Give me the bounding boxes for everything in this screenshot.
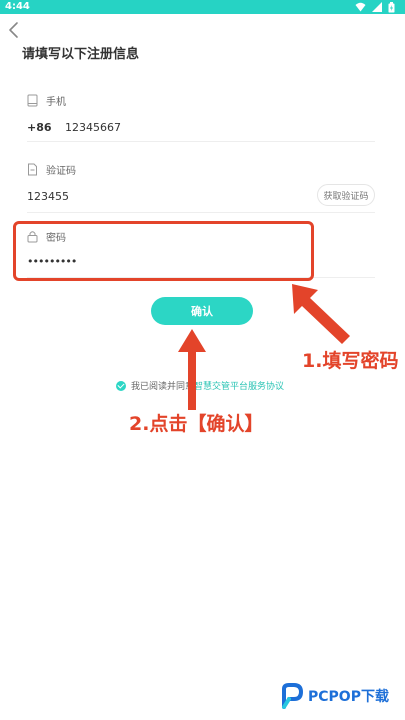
get-code-button[interactable]: 获取验证码 [317,184,375,206]
pcpop-logo-icon [282,683,304,709]
confirm-button[interactable]: 确认 [151,297,253,325]
phone-field[interactable]: 手机 +86 12345667 [27,88,375,142]
watermark: PCPOP下载 [280,683,389,709]
annotation-step2: 2.点击【确认】 [129,413,264,435]
annotation-step1: 1.填写密码 [302,350,399,372]
battery-icon [388,1,395,12]
agreement-row: 我已阅读并同意 智慧交管平台服务协议 [116,379,284,392]
status-icons [355,1,395,13]
phone-input[interactable]: 12345667 [65,121,121,134]
password-highlight-box [13,221,314,281]
check-icon[interactable] [116,380,126,391]
status-time: 4:44 [5,1,30,12]
page-title: 请填写以下注册信息 [22,47,140,62]
document-icon [28,163,37,176]
watermark-text: PCPOP下载 [308,689,389,705]
wifi-icon [355,2,366,12]
agreement-link[interactable]: 智慧交管平台服务协议 [194,379,284,392]
phone-icon [27,94,38,107]
phone-label: 手机 [46,97,66,108]
country-code[interactable]: +86 [27,121,52,134]
code-label: 验证码 [46,166,76,177]
code-input[interactable]: 123455 [27,190,69,203]
status-bar: 4:44 [0,0,405,14]
signal-icon [372,2,382,12]
agreement-text: 我已阅读并同意 [131,382,195,392]
back-arrow-icon[interactable] [6,20,24,40]
